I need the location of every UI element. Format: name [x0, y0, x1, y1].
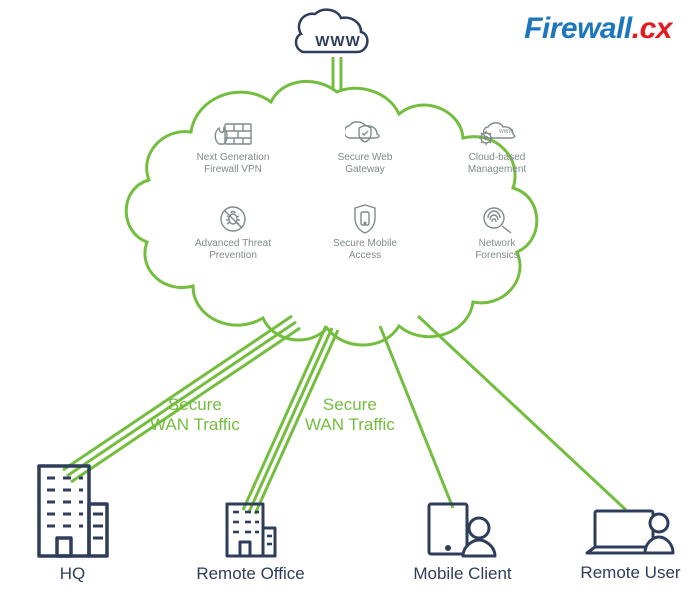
endpoint-mobile-client: Mobile Client — [405, 500, 520, 584]
feature-atp: Advanced Threat Prevention — [180, 204, 286, 262]
secure-wan-label-left: Secure WAN Traffic — [150, 395, 240, 435]
endpoint-remote-office: Remote Office — [198, 500, 303, 584]
feature-label: Cloud-based Management — [468, 152, 526, 176]
feature-label: Next Generation Firewall VPN — [197, 152, 270, 176]
endpoint-label: Remote User — [580, 563, 680, 583]
endpoint-label: HQ — [60, 564, 86, 584]
gear-cloud-icon: WWW — [477, 118, 517, 148]
feature-swg: Secure Web Gateway — [312, 118, 418, 176]
feature-label: Network Forensics — [475, 238, 518, 262]
no-bug-icon — [213, 204, 253, 234]
endpoint-label: Remote Office — [196, 564, 304, 584]
brand-logo: Firewall.cx — [524, 12, 672, 46]
feature-label: Secure Web Gateway — [338, 152, 393, 176]
secure-wan-label-right: Secure WAN Traffic — [305, 395, 395, 435]
internet-label: WWW — [303, 33, 373, 50]
endpoint-remote-user: Remote User — [578, 505, 683, 583]
endpoint-label: Mobile Client — [413, 564, 511, 584]
mobile-shield-icon — [345, 204, 385, 234]
feature-label: Secure Mobile Access — [333, 238, 397, 262]
feature-label: Advanced Threat Prevention — [195, 238, 271, 262]
brand-left: Firewall — [524, 12, 632, 45]
office-building-icon — [33, 460, 113, 560]
small-building-icon — [223, 500, 279, 560]
svg-text:WWW: WWW — [499, 129, 513, 135]
shield-cloud-icon — [345, 118, 385, 148]
feature-forensics: Network Forensics — [444, 204, 550, 262]
cloud-feature-row-1: Next Generation Firewall VPN Secure Web … — [180, 118, 550, 176]
laptop-user-icon — [583, 505, 679, 559]
fingerprint-icon — [477, 204, 517, 234]
diagram-root: Firewall.cx WWW — [0, 0, 700, 604]
feature-sma: Secure Mobile Access — [312, 204, 418, 262]
cloud-feature-row-2: Advanced Threat Prevention Secure Mobile… — [180, 204, 550, 262]
feature-ngfw: Next Generation Firewall VPN — [180, 118, 286, 176]
brand-right: .cx — [632, 12, 672, 45]
feature-mgmt: WWW Cloud-based Management — [444, 118, 550, 176]
endpoint-hq: HQ — [20, 460, 125, 584]
firewall-icon — [213, 118, 253, 148]
cloud-features: Next Generation Firewall VPN Secure Web … — [180, 118, 550, 262]
tablet-user-icon — [423, 500, 503, 560]
